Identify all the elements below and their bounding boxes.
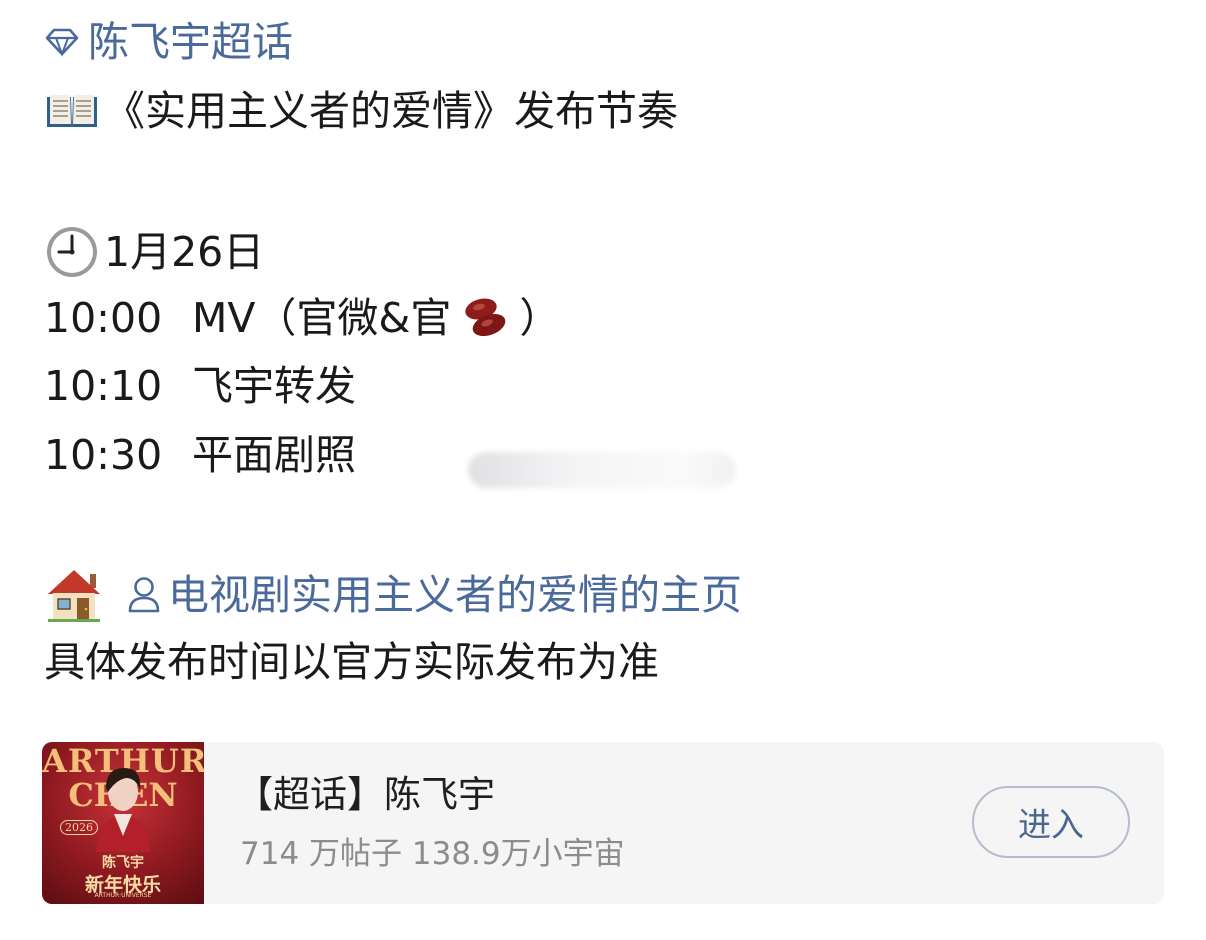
schedule-time: 10:10 [44, 362, 163, 410]
blurred-watermark [468, 452, 736, 488]
diamond-icon [44, 27, 80, 57]
headline-text: 《实用主义者的爱情》发布节奏 [104, 87, 678, 135]
bean-icon [455, 293, 515, 343]
schedule-item: 10:10 飞宇转发 [44, 361, 356, 411]
cover-name: 陈飞宇 [102, 855, 144, 871]
release-note: 具体发布时间以官方实际发布为准 [44, 638, 659, 686]
supertopic-stats: 714 万帖子 138.9万小宇宙 [240, 836, 625, 872]
homepage-link[interactable]: 电视剧实用主义者的爱情的主页 [168, 570, 742, 620]
homepage-line: 电视剧实用主义者的爱情的主页 [44, 566, 742, 624]
enter-button[interactable]: 进入 [972, 786, 1130, 858]
cover-year: 2026 [60, 820, 98, 835]
cover-portrait [96, 768, 150, 852]
topic-link[interactable]: 陈飞宇超话 [44, 17, 293, 67]
schedule-label: MV（官微&官 [192, 294, 452, 342]
schedule-label: 飞宇转发 [192, 362, 356, 410]
cover-small-text: ARTHUR·UNIVERSE [94, 892, 152, 899]
schedule-label: 平面剧照 [192, 431, 356, 479]
schedule-date-text: 1月26日 [104, 228, 265, 276]
topic-link-label[interactable]: 陈飞宇超话 [88, 17, 293, 67]
supertopic-card[interactable]: ARTHUR CHEN 2026 陈飞宇 新年快乐 ARTHUR·UNIVERS… [42, 742, 1164, 904]
supertopic-cover-image: ARTHUR CHEN 2026 陈飞宇 新年快乐 ARTHUR·UNIVERS… [42, 742, 204, 904]
schedule-time: 10:00 [44, 294, 163, 342]
open-book-icon [44, 91, 100, 131]
user-icon [126, 575, 162, 615]
supertopic-title: 【超话】陈飞宇 [236, 773, 495, 816]
headline: 《实用主义者的爱情》发布节奏 [44, 86, 678, 136]
schedule-item: 10:00 MV（官微&官 ） [44, 293, 560, 343]
house-icon [44, 566, 104, 624]
schedule-item: 10:30 平面剧照 [44, 430, 356, 480]
schedule-time: 10:30 [44, 431, 163, 479]
schedule-date: 1月26日 [44, 224, 264, 280]
clock-icon [44, 224, 100, 280]
schedule-suffix: ） [519, 294, 561, 342]
